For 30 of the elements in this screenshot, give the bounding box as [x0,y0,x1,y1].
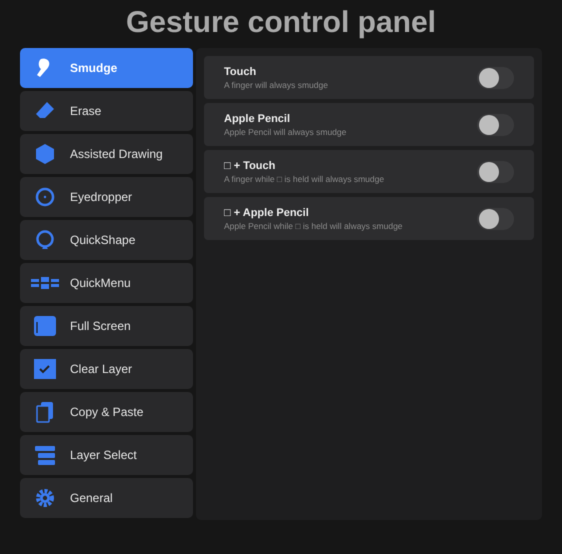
sidebar-item[interactable]: Clear Layer [20,349,193,389]
toggle-switch[interactable] [477,66,514,88]
toggle-switch[interactable] [477,208,514,230]
sidebar-item[interactable]: Erase [20,91,193,131]
sidebar-item[interactable]: Assisted Drawing [20,134,193,174]
cube-icon [33,142,57,166]
setting-description: Apple Pencil will always smudge [224,126,348,138]
sidebar-item[interactable]: QuickShape [20,220,193,260]
layers-icon [33,443,57,467]
window-icon [33,314,57,338]
setting-title: □ + Touch [224,158,276,172]
panel-title: Gesture control panel [126,6,436,40]
setting-title: □ + Apple Pencil [224,206,310,220]
sidebar-item[interactable]: Eyedropper [20,177,193,217]
setting-title: Apple Pencil [224,112,292,126]
sidebar-item[interactable]: Full Screen [20,306,193,346]
setting-description: A finger while □ is held will always smudge [224,172,386,184]
setting-title: Touch [224,64,258,78]
sidebar-item[interactable]: Copy & Paste [20,392,193,432]
gear-icon [33,486,57,510]
checkbox-icon [33,357,57,381]
setting-description: Apple Pencil while □ is held will always smudge [224,220,404,232]
setting-description: A finger will always smudge [224,78,329,90]
sidebar-item[interactable]: General [20,478,193,518]
sidebar-item[interactable]: Layer Select [20,435,193,475]
toggle-switch[interactable] [477,160,514,182]
toggle-switch[interactable] [477,114,514,136]
circle-icon [33,185,57,209]
sidebar-item[interactable]: Smudge [20,48,193,88]
sidebar-item[interactable]: QuickMenu [20,263,193,303]
